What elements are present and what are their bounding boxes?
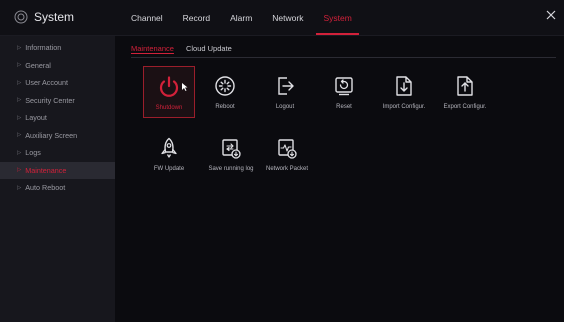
tile-label: Reset	[336, 104, 352, 110]
sidebar-item-auxiliary-screen[interactable]: ▷ Auxiliary Screen	[0, 127, 115, 145]
sidebar-item-information[interactable]: ▷ Information	[0, 39, 115, 57]
expand-arrow-icon: ▷	[17, 167, 22, 174]
tile-label: Reboot	[215, 104, 235, 110]
expand-arrow-icon: ▷	[17, 97, 22, 104]
divider	[131, 57, 556, 58]
tab-channel[interactable]: Channel	[130, 13, 164, 23]
sidebar-item-label: Security Center	[25, 95, 75, 105]
gear-icon	[14, 10, 28, 24]
subtab-maintenance[interactable]: Maintenance	[131, 44, 174, 53]
sidebar-item-label: Layout	[25, 113, 47, 123]
sidebar-item-label: Information	[25, 43, 62, 53]
expand-arrow-icon: ▷	[17, 132, 22, 139]
sidebar-item-auto-reboot[interactable]: ▷ Auto Reboot	[0, 179, 115, 197]
import-config-icon	[396, 76, 412, 96]
export-config-icon	[457, 76, 473, 96]
top-navigation: Channel Record Alarm Network System	[130, 0, 360, 36]
sidebar-item-maintenance[interactable]: ▷ Maintenance	[0, 161, 115, 179]
expand-arrow-icon: ▷	[17, 79, 22, 86]
expand-arrow-icon: ▷	[17, 62, 22, 69]
tab-record[interactable]: Record	[182, 13, 211, 23]
shutdown-button[interactable]: Shutdown	[143, 66, 195, 118]
sidebar-item-user-account[interactable]: ▷ User Account	[0, 74, 115, 92]
sidebar-item-label: Auxiliary Screen	[25, 130, 78, 140]
expand-arrow-icon: ▷	[17, 44, 22, 51]
close-icon[interactable]	[546, 10, 556, 20]
expand-arrow-icon: ▷	[17, 114, 22, 121]
top-bar: System Channel Record Alarm Network Syst…	[0, 0, 564, 36]
network-packet-button[interactable]: Network Packet	[256, 128, 318, 180]
reset-icon	[335, 77, 353, 96]
app-title: System	[34, 10, 75, 24]
sidebar-item-label: Logs	[25, 148, 41, 158]
sidebar-item-logs[interactable]: ▷ Logs	[0, 144, 115, 162]
tile-label: Shutdown	[155, 105, 183, 111]
reset-button[interactable]: Reset	[318, 66, 370, 118]
sidebar-item-layout[interactable]: ▷ Layout	[0, 109, 115, 127]
network-packet-icon	[278, 139, 297, 159]
sidebar-item-general[interactable]: ▷ General	[0, 57, 115, 75]
tab-network[interactable]: Network	[271, 13, 304, 23]
power-icon	[159, 76, 179, 97]
app-brand: System	[14, 10, 74, 24]
mouse-cursor-icon	[182, 83, 188, 91]
expand-arrow-icon: ▷	[17, 149, 22, 156]
sidebar-item-label: General	[25, 60, 51, 70]
save-running-log-button[interactable]: Save running log	[199, 128, 263, 180]
sidebar-item-label: User Account	[25, 78, 68, 88]
sidebar-item-label: Maintenance	[25, 165, 67, 175]
reboot-icon	[215, 76, 235, 96]
reboot-button[interactable]: Reboot	[199, 66, 251, 118]
sidebar-item-label: Auto Reboot	[25, 183, 66, 193]
tab-system[interactable]: System	[316, 13, 360, 35]
sidebar-item-security-center[interactable]: ▷ Security Center	[0, 92, 115, 110]
sub-tabs: Maintenance Cloud Update	[131, 44, 232, 53]
main-panel: Maintenance Cloud Update Shutdown Reboot	[115, 36, 564, 322]
subtab-cloud-update[interactable]: Cloud Update	[186, 44, 232, 53]
logout-icon	[278, 77, 294, 95]
sidebar: ▷ Information ▷ General ▷ User Account ▷ Sec…	[0, 36, 115, 322]
tile-label: Network Packet	[265, 166, 308, 172]
tile-label: Export Configur.	[443, 104, 487, 110]
tile-label: Save running log	[208, 166, 254, 172]
import-config-button[interactable]: Import Configur.	[374, 66, 434, 118]
expand-arrow-icon: ▷	[17, 184, 22, 191]
tile-label: FW Update	[153, 166, 185, 172]
export-config-button[interactable]: Export Configur.	[435, 66, 495, 118]
logout-button[interactable]: Logout	[259, 66, 311, 118]
save-log-icon	[222, 139, 241, 159]
tile-label: Import Configur.	[382, 104, 426, 110]
rocket-icon	[161, 137, 177, 158]
tile-label: Logout	[275, 104, 295, 110]
fw-update-button[interactable]: FW Update	[143, 128, 195, 180]
tab-alarm[interactable]: Alarm	[229, 13, 253, 23]
